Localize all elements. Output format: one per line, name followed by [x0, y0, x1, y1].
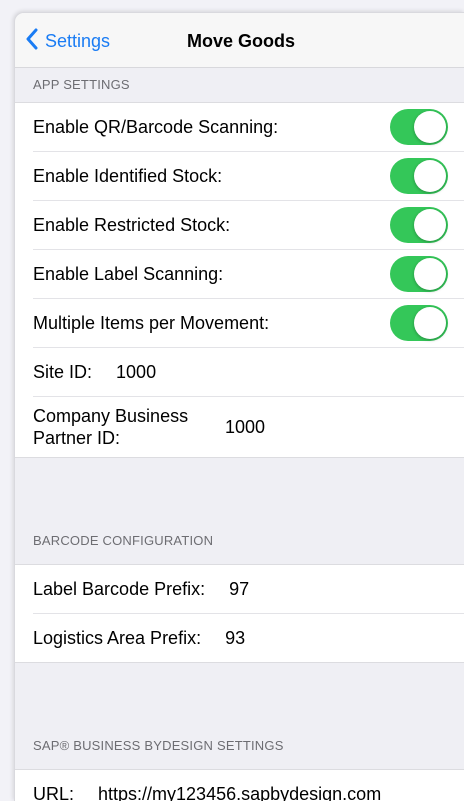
settings-screen: Settings Move Goods APP SETTINGS Enable … — [14, 12, 464, 801]
toggle-label: Multiple Items per Movement: — [33, 312, 270, 333]
toggle-row-qr-barcode: Enable QR/Barcode Scanning: — [33, 103, 464, 152]
restricted-stock-toggle[interactable] — [390, 207, 448, 243]
section-header-barcode-config: BARCODE CONFIGURATION — [33, 533, 214, 548]
company-bp-id-value[interactable]: 1000 — [225, 417, 265, 438]
back-button-label: Settings — [45, 31, 111, 51]
logistics-area-prefix-value[interactable]: 93 — [225, 628, 245, 649]
toggle-row-multiple-items: Multiple Items per Movement: — [33, 299, 464, 348]
barcode-config-group: Label Barcode Prefix: 97 Logistics Area … — [15, 564, 464, 663]
navigation-bar: Settings Move Goods — [15, 13, 464, 68]
url-row[interactable]: URL: https://my123456.sapbydesign.com — [33, 770, 464, 801]
app-settings-group: Enable QR/Barcode Scanning: Enable Ident… — [15, 102, 464, 458]
url-value[interactable]: https://my123456.sapbydesign.com — [98, 784, 381, 801]
toggle-label: Enable Label Scanning: — [33, 263, 224, 284]
toggle-label: Enable Identified Stock: — [33, 165, 223, 186]
label-barcode-prefix-row[interactable]: Label Barcode Prefix: 97 — [33, 565, 464, 614]
logistics-area-prefix-row[interactable]: Logistics Area Prefix: 93 — [33, 614, 464, 662]
company-bp-id-label: Company Business Partner ID: — [33, 406, 189, 448]
label-scanning-toggle[interactable] — [390, 256, 448, 292]
section-header-sap-settings: SAP® BUSINESS BYDESIGN SETTINGS — [33, 738, 284, 753]
site-id-value[interactable]: 1000 — [116, 362, 156, 383]
logistics-area-prefix-label: Logistics Area Prefix: — [33, 627, 202, 648]
page-title: Move Goods — [187, 31, 296, 51]
sap-settings-group: URL: https://my123456.sapbydesign.com — [15, 769, 464, 801]
identified-stock-toggle[interactable] — [390, 158, 448, 194]
company-bp-id-row[interactable]: Company Business Partner ID: 1000 — [33, 397, 464, 457]
label-barcode-prefix-value[interactable]: 97 — [229, 579, 249, 600]
section-header-app-settings: APP SETTINGS — [33, 77, 130, 92]
back-button[interactable]: Settings — [25, 28, 110, 55]
toggle-label: Enable Restricted Stock: — [33, 214, 231, 235]
site-id-row[interactable]: Site ID: 1000 — [33, 348, 464, 397]
toggle-label: Enable QR/Barcode Scanning: — [33, 116, 279, 137]
label-barcode-prefix-label: Label Barcode Prefix: — [33, 578, 206, 599]
chevron-left-icon — [25, 28, 39, 55]
site-id-label: Site ID: — [33, 361, 93, 382]
toggle-row-label-scanning: Enable Label Scanning: — [33, 250, 464, 299]
qr-barcode-scanning-toggle[interactable] — [390, 109, 448, 145]
multiple-items-toggle[interactable] — [390, 305, 448, 341]
toggle-row-restricted-stock: Enable Restricted Stock: — [33, 201, 464, 250]
toggle-row-identified-stock: Enable Identified Stock: — [33, 152, 464, 201]
url-label: URL: — [33, 783, 75, 801]
